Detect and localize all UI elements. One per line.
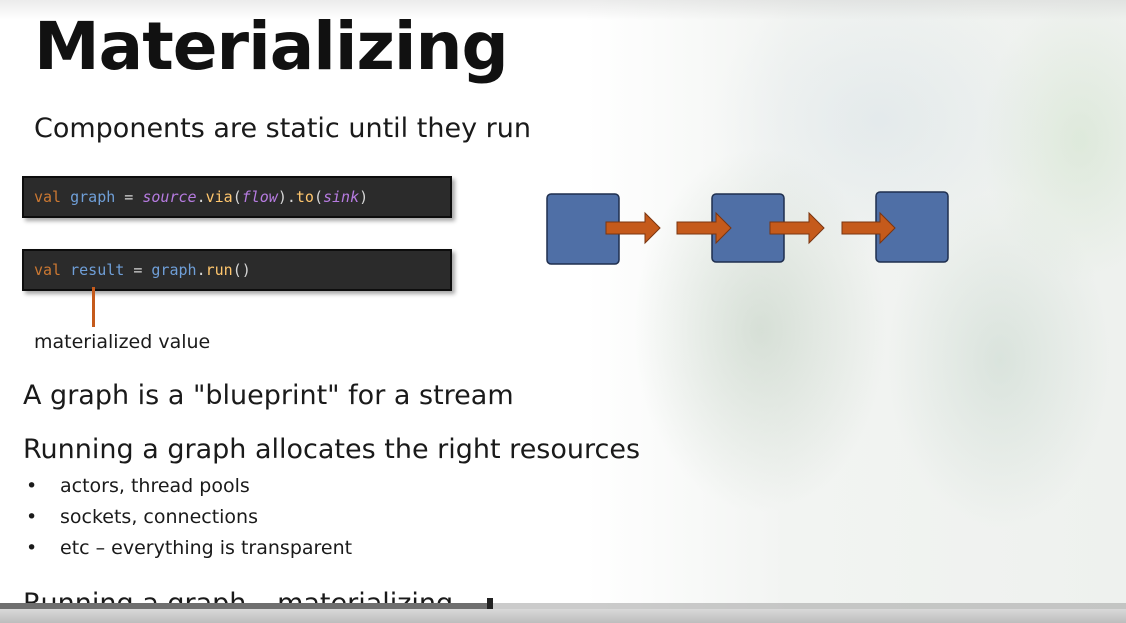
code-graph-ref: graph bbox=[151, 261, 197, 279]
slide-title: Materializing bbox=[34, 8, 509, 85]
code-paren: ( bbox=[232, 188, 242, 206]
code-flow: flow bbox=[241, 188, 278, 206]
bullet-icon: • bbox=[26, 506, 38, 528]
code-paren: ) bbox=[359, 188, 369, 206]
code-via: via bbox=[205, 188, 233, 206]
code-block-result: val result = graph.run() bbox=[22, 249, 452, 291]
code-parens: () bbox=[232, 261, 251, 279]
code-dot: . bbox=[196, 188, 206, 206]
code-paren-dot: ). bbox=[277, 188, 296, 206]
bullet-icon: • bbox=[26, 537, 38, 559]
code-variable: result bbox=[70, 261, 125, 279]
code-keyword: val bbox=[34, 188, 62, 206]
annotation-text: materialized value bbox=[34, 331, 211, 353]
code-dot: . bbox=[196, 261, 206, 279]
code-run: run bbox=[205, 261, 233, 279]
code-paren: ( bbox=[313, 188, 323, 206]
slide-subtitle: Components are static until they run bbox=[34, 113, 531, 144]
list-item-text: sockets, connections bbox=[60, 506, 258, 528]
code-to: to bbox=[295, 188, 314, 206]
code-equals: = bbox=[124, 261, 152, 279]
blurred-background bbox=[0, 0, 1126, 623]
list-item-text: etc – everything is transparent bbox=[60, 537, 353, 559]
code-sink: sink bbox=[323, 188, 360, 206]
bullet-icon: • bbox=[26, 475, 38, 497]
video-control-bar bbox=[0, 609, 1126, 623]
annotation-pointer bbox=[92, 287, 95, 327]
list-item-text: actors, thread pools bbox=[60, 475, 250, 497]
code-block-graph: val graph = source.via(flow).to(sink) bbox=[22, 176, 452, 218]
paragraph-resources: Running a graph allocates the right reso… bbox=[23, 434, 641, 465]
code-keyword: val bbox=[34, 261, 62, 279]
code-equals: = bbox=[115, 188, 143, 206]
code-source: source bbox=[142, 188, 197, 206]
code-variable: graph bbox=[70, 188, 116, 206]
paragraph-blueprint: A graph is a "blueprint" for a stream bbox=[23, 380, 514, 411]
